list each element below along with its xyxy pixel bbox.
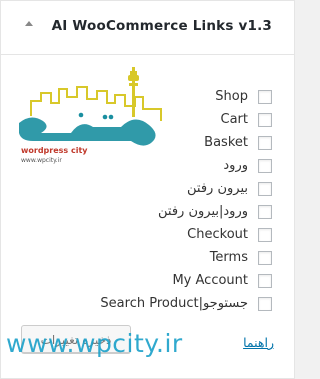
- item-label: My Account: [172, 273, 248, 288]
- item-label: بیرون رفتن: [187, 181, 248, 196]
- checkbox[interactable]: [258, 204, 272, 219]
- list-item[interactable]: My Account: [2, 269, 272, 292]
- help-link[interactable]: راهنما: [243, 335, 274, 350]
- item-label: ورود: [223, 158, 248, 173]
- item-label: Basket: [204, 135, 248, 150]
- list-item[interactable]: Shop: [2, 85, 272, 108]
- checkbox[interactable]: [258, 89, 272, 104]
- save-button[interactable]: ذخیره تغییرات: [21, 325, 131, 353]
- link-checkbox-list: Shop Cart Basket ورود بیرون رفتن ورود|بی…: [2, 85, 272, 315]
- collapse-toggle-icon[interactable]: [25, 21, 33, 26]
- list-item[interactable]: Basket: [2, 131, 272, 154]
- checkbox[interactable]: [258, 112, 272, 127]
- list-item[interactable]: بیرون رفتن: [2, 177, 272, 200]
- checkbox[interactable]: [258, 250, 272, 265]
- widget-title: AI WooCommerce Links v1.3: [51, 18, 272, 34]
- list-item[interactable]: ورود|بیرون رفتن: [2, 200, 272, 223]
- item-label: Checkout: [187, 227, 248, 242]
- item-label: Search Product|جستوجو: [100, 296, 248, 311]
- checkbox[interactable]: [258, 296, 272, 311]
- widget-header[interactable]: AI WooCommerce Links v1.3: [1, 1, 294, 55]
- checkbox[interactable]: [258, 135, 272, 150]
- list-item[interactable]: Search Product|جستوجو: [2, 292, 272, 315]
- item-label: ورود|بیرون رفتن: [158, 204, 248, 219]
- checkbox[interactable]: [258, 158, 272, 173]
- list-item[interactable]: Terms: [2, 246, 272, 269]
- item-label: Cart: [220, 112, 249, 127]
- list-item[interactable]: Checkout: [2, 223, 272, 246]
- checkbox[interactable]: [258, 181, 272, 196]
- item-label: Terms: [209, 250, 248, 265]
- checkbox[interactable]: [258, 227, 272, 242]
- checkbox[interactable]: [258, 273, 272, 288]
- list-item[interactable]: ورود: [2, 154, 272, 177]
- item-label: Shop: [215, 89, 248, 104]
- widget-panel: AI WooCommerce Links v1.3 wordpress city…: [0, 0, 295, 379]
- list-item[interactable]: Cart: [2, 108, 272, 131]
